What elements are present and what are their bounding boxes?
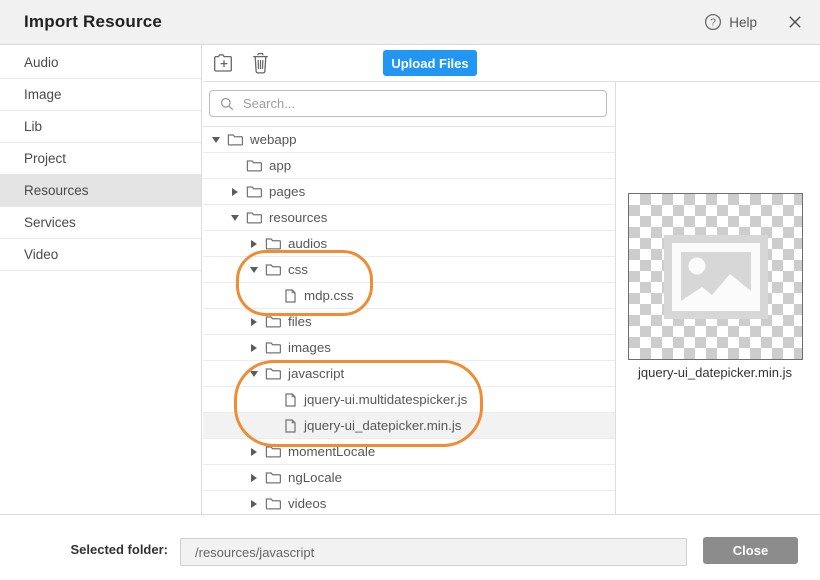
chevron-down-icon[interactable] <box>248 267 260 273</box>
sidebar-item-lib[interactable]: Lib <box>0 111 201 143</box>
tree-row-jquery-ui-datepicker-min-js[interactable]: jquery-ui_datepicker.min.js <box>203 413 615 439</box>
new-folder-button[interactable] <box>213 53 235 73</box>
tree-row-images[interactable]: images <box>203 335 615 361</box>
tree-row-audios[interactable]: audios <box>203 231 615 257</box>
tree-item-label: videos <box>288 496 326 511</box>
tree-item-label: jquery-ui.multidatespicker.js <box>304 392 467 407</box>
selected-folder-label: Selected folder: <box>20 542 168 557</box>
tree-item-label: webapp <box>250 132 297 147</box>
tree-row-css[interactable]: css <box>203 257 615 283</box>
sidebar-item-label: Image <box>24 87 62 102</box>
tree-item-label: jquery-ui_datepicker.min.js <box>304 418 461 433</box>
chevron-right-icon[interactable] <box>248 500 260 508</box>
sidebar-item-video[interactable]: Video <box>0 239 201 271</box>
tree-row-videos[interactable]: videos <box>203 491 615 514</box>
sidebar-item-label: Services <box>24 215 76 230</box>
delete-button[interactable] <box>251 52 270 75</box>
folder-icon <box>246 185 262 198</box>
preview-panel: jquery-ui_datepicker.min.js <box>616 82 820 514</box>
close-icon[interactable] <box>788 15 802 29</box>
chevron-down-icon[interactable] <box>248 371 260 377</box>
sidebar-item-audio[interactable]: Audio <box>0 47 201 79</box>
file-tree-panel: webapp app pages resources audios css mdp.css f… <box>203 82 616 514</box>
tree-row-webapp[interactable]: webapp <box>203 127 615 153</box>
dialog-title: Import Resource <box>24 12 162 32</box>
tree-item-label: images <box>288 340 331 355</box>
preview-caption: jquery-ui_datepicker.min.js <box>620 365 810 380</box>
chevron-right-icon[interactable] <box>248 318 260 326</box>
folder-icon <box>265 497 281 510</box>
folder-icon <box>265 367 281 380</box>
sidebar-item-label: Audio <box>24 55 59 70</box>
search-bar <box>203 82 615 127</box>
folder-icon <box>265 341 281 354</box>
tree-item-label: files <box>288 314 312 329</box>
folder-icon <box>265 237 281 250</box>
sidebar-item-services[interactable]: Services <box>0 207 201 239</box>
sidebar-item-label: Resources <box>24 183 89 198</box>
new-folder-icon <box>213 53 235 73</box>
sidebar-item-image[interactable]: Image <box>0 79 201 111</box>
tree-item-label: resources <box>269 210 327 225</box>
search-input[interactable] <box>241 95 606 112</box>
search-icon <box>220 97 234 111</box>
tree-item-label: audios <box>288 236 327 251</box>
tree-row-momentlocale[interactable]: momentLocale <box>203 439 615 465</box>
folder-icon <box>227 133 243 146</box>
sidebar-item-label: Project <box>24 151 66 166</box>
file-icon <box>284 419 297 433</box>
file-tree: webapp app pages resources audios css mdp.css f… <box>203 127 615 514</box>
tree-item-label: pages <box>269 184 305 199</box>
chevron-right-icon[interactable] <box>229 188 241 196</box>
tree-row-pages[interactable]: pages <box>203 179 615 205</box>
tree-item-label: css <box>288 262 308 277</box>
dialog-header: Import Resource ? Help <box>0 0 820 45</box>
tree-item-label: javascript <box>288 366 344 381</box>
chevron-down-icon[interactable] <box>210 137 222 143</box>
sidebar-item-project[interactable]: Project <box>0 143 201 175</box>
tree-row-jquery-ui-multidatespicker-js[interactable]: jquery-ui.multidatespicker.js <box>203 387 615 413</box>
sidebar-item-label: Lib <box>24 119 42 134</box>
chevron-down-icon[interactable] <box>229 215 241 221</box>
tree-row-resources[interactable]: resources <box>203 205 615 231</box>
file-icon <box>284 289 297 303</box>
selected-folder-input[interactable] <box>180 538 687 566</box>
folder-icon <box>265 471 281 484</box>
sidebar-item-resources[interactable]: Resources <box>0 175 201 207</box>
chevron-right-icon[interactable] <box>248 240 260 248</box>
help-link[interactable]: Help <box>729 15 757 30</box>
tree-item-label: ngLocale <box>288 470 342 485</box>
folder-icon <box>265 315 281 328</box>
chevron-right-icon[interactable] <box>248 474 260 482</box>
tree-row-files[interactable]: files <box>203 309 615 335</box>
folder-icon <box>265 263 281 276</box>
tree-row-app[interactable]: app <box>203 153 615 179</box>
preview-checkerboard <box>628 193 803 360</box>
folder-icon <box>246 159 262 172</box>
image-placeholder-icon <box>664 235 768 319</box>
import-resource-dialog: Import Resource ? Help Audio Image Lib Proj… <box>0 0 820 580</box>
header-actions: ? Help <box>704 13 802 31</box>
dialog-footer: Selected folder: Close <box>0 514 820 580</box>
search-box <box>209 90 607 117</box>
tree-row-mdp-css[interactable]: mdp.css <box>203 283 615 309</box>
folder-icon <box>265 445 281 458</box>
chevron-right-icon[interactable] <box>248 448 260 456</box>
svg-text:?: ? <box>710 17 716 29</box>
close-button[interactable]: Close <box>703 537 798 564</box>
chevron-right-icon[interactable] <box>248 344 260 352</box>
tree-item-label: momentLocale <box>288 444 375 459</box>
tree-row-nglocale[interactable]: ngLocale <box>203 465 615 491</box>
tree-row-javascript[interactable]: javascript <box>203 361 615 387</box>
tree-item-label: app <box>269 158 291 173</box>
toolbar: Upload Files <box>203 45 820 82</box>
trash-icon <box>251 52 270 75</box>
sidebar-item-label: Video <box>24 247 58 262</box>
upload-files-button[interactable]: Upload Files <box>383 50 477 76</box>
folder-icon <box>246 211 262 224</box>
file-icon <box>284 393 297 407</box>
help-icon[interactable]: ? <box>704 13 722 31</box>
category-sidebar: Audio Image Lib Project Resources Services Vid… <box>0 45 202 514</box>
tree-item-label: mdp.css <box>304 288 354 303</box>
